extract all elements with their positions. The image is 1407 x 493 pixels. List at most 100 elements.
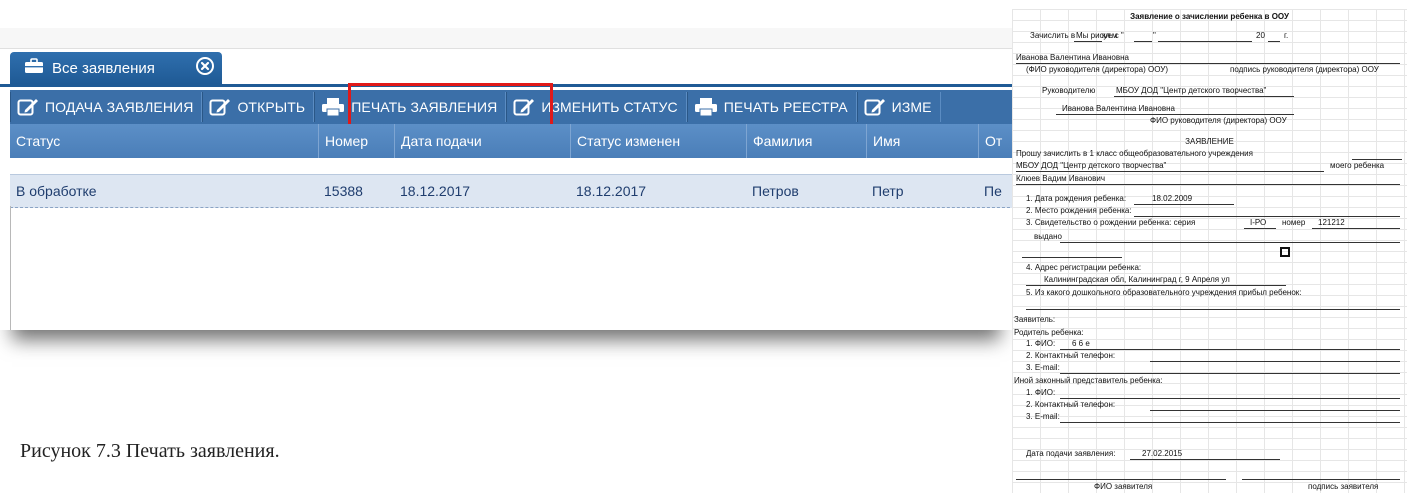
parent-fio-value: 6 6 е (1072, 339, 1090, 348)
enroll-prefix: Зачислить в (1030, 31, 1076, 40)
column-header-submit-date[interactable]: Дата подачи (394, 124, 570, 158)
underline (1134, 41, 1152, 42)
underline (1026, 309, 1400, 310)
window-top-strip (0, 28, 1012, 49)
edit-icon (17, 99, 38, 116)
org-name: МБОУ ДОД "Центр детского творчества" (1116, 86, 1267, 95)
submit-date-label: Дата подачи заявления: (1026, 449, 1116, 458)
open-label: ОТКРЫТЬ (237, 99, 306, 115)
my-child: моего ребенка (1330, 161, 1385, 170)
request-text: Прошу зачислить в 1 класс общеобразовате… (1016, 149, 1253, 158)
figure-caption: Рисунок 7.3 Печать заявления. (20, 440, 280, 462)
table-header: Статус Номер Дата подачи Статус изменен … (10, 124, 1012, 158)
issued-label: выдано (1034, 232, 1062, 241)
head-caption: ФИО руководителя (директора) ООУ (1150, 116, 1287, 125)
certificate-series: I-РО (1250, 218, 1267, 227)
cell-submit-date: 18.12.2017 (400, 183, 471, 199)
column-header-number[interactable]: Номер (318, 124, 394, 158)
cell-name: Петр (872, 183, 904, 199)
underline (1022, 257, 1122, 258)
submit-application-button[interactable]: ПОДАЧА ЗАЯВЛЕНИЯ (10, 92, 203, 122)
other-fio-label: 1. ФИО: (1026, 388, 1056, 397)
open-button[interactable]: ОТКРЫТЬ (202, 92, 315, 122)
underline (1026, 285, 1286, 286)
underline (1150, 410, 1400, 411)
column-header-status[interactable]: Статус (10, 124, 318, 158)
underline (1060, 349, 1400, 350)
edit-button[interactable]: ИЗМЕ (856, 92, 941, 122)
column-header-surname[interactable]: Фамилия (746, 124, 866, 158)
enroll-class: кл. с " (1102, 31, 1124, 40)
other-phone-label: 2. Контактный телефон: (1026, 400, 1116, 409)
underline (1244, 228, 1276, 229)
underline (1130, 459, 1280, 460)
tab-all-applications[interactable]: Все заявления (10, 52, 222, 84)
applicant-label: Заявитель: (1014, 315, 1056, 324)
underline (1060, 422, 1400, 423)
underline (1150, 361, 1400, 362)
form-heading: ЗАЯВЛЕНИЕ (1185, 137, 1234, 146)
birth-date-label: 1. Дата рождения ребенка: (1026, 194, 1127, 203)
table-row[interactable]: В обработке 15388 18.12.2017 18.12.2017 … (10, 174, 1012, 208)
other-rep-label: Иной законный представитель ребенка: (1014, 376, 1163, 385)
column-header-patronymic[interactable]: От (978, 124, 1012, 158)
edit-icon (209, 99, 231, 116)
child-name: Клюев Вадим Иванович (1016, 174, 1106, 183)
tab-label: Все заявления (52, 59, 155, 77)
certificate-label: 3. Свидетельство о рождении ребенка: сер… (1026, 218, 1196, 227)
applicant-sign-caption: подпись заявителя (1308, 482, 1379, 491)
org-name-2: МБОУ ДОД "Центр детского творчества" (1016, 161, 1167, 170)
briefcase-icon (24, 58, 44, 78)
printer-icon (694, 98, 717, 117)
director-sign-caption: подпись руководителя (директора) ООУ (1230, 65, 1379, 74)
underline (1016, 184, 1400, 185)
preschool-label: 5. Из какого дошкольного образовательног… (1026, 288, 1302, 297)
print-registry-label: ПЕЧАТЬ РЕЕСТРА (723, 99, 848, 115)
underline (1134, 216, 1400, 217)
cell-status: В обработке (16, 183, 97, 199)
parent-phone-label: 2. Контактный телефон: (1026, 351, 1116, 360)
certificate-number: 121212 (1318, 218, 1345, 227)
birth-place-label: 2. Место рождения ребенка: (1026, 206, 1132, 215)
underline (1016, 479, 1226, 480)
change-status-label: ИЗМЕНИТЬ СТАТУС (541, 99, 678, 115)
certificate-number-label: номер (1282, 218, 1306, 227)
parent-email-label: 3. E-mail: (1026, 363, 1060, 372)
underline (1016, 171, 1324, 172)
underline (1242, 479, 1400, 480)
edit-icon (864, 99, 885, 116)
underline (1060, 398, 1400, 399)
parent-label: Родитель ребенка: (1014, 328, 1084, 337)
edit-label: ИЗМЕ (891, 99, 932, 115)
cell-surname: Петров (752, 183, 799, 199)
underline (1312, 228, 1400, 229)
director-name: Иванова Валентина Ивановна (1016, 53, 1129, 62)
underline (1060, 373, 1400, 374)
to-head-label: Руководителю (1042, 86, 1096, 95)
director-caption: (ФИО руководителя (директора) ООУ) (1026, 65, 1169, 74)
head-name: Иванова Валентина Ивановна (1062, 104, 1175, 113)
table-left-border (10, 206, 11, 330)
underline (1268, 41, 1280, 42)
printer-icon (322, 98, 345, 117)
close-tab-icon[interactable] (196, 57, 214, 79)
submit-date-value: 27.02.2015 (1142, 449, 1183, 458)
underline (1060, 242, 1400, 243)
address-value: Калининградская обл, Калининград г, 9 Ап… (1044, 275, 1230, 284)
underline (1134, 204, 1234, 205)
enroll-g: г. (1284, 31, 1289, 40)
underline (1056, 114, 1294, 115)
print-registry-button[interactable]: ПЕЧАТЬ РЕЕСТРА (686, 92, 857, 122)
printed-application-form: Заявление о зачислении ребенка в ООУ Зач… (1012, 9, 1407, 493)
applicant-fio-caption: ФИО заявителя (1094, 482, 1153, 491)
underline (1016, 63, 1400, 64)
underline (1074, 41, 1102, 42)
checkbox-icon[interactable] (1280, 247, 1290, 257)
column-header-status-changed[interactable]: Статус изменен (570, 124, 746, 158)
underline (1352, 159, 1402, 160)
enroll-year: 20 (1256, 31, 1265, 40)
column-header-name[interactable]: Имя (866, 124, 978, 158)
cell-patronymic: Пе (984, 183, 1002, 199)
enroll-quote: " (1153, 31, 1156, 40)
underline (1158, 41, 1252, 42)
